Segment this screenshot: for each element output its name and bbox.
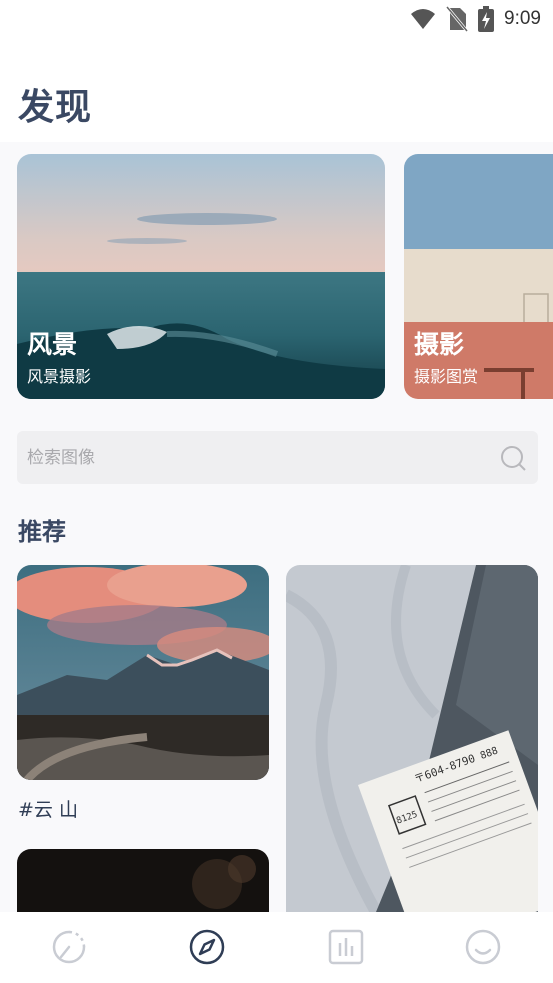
- page-title: 发现: [18, 87, 93, 128]
- chart-icon[interactable]: [325, 926, 367, 968]
- category-title: 风景: [27, 330, 78, 359]
- wifi-icon: [411, 9, 436, 29]
- category-card-photography[interactable]: 摄影 摄影图赏: [404, 154, 553, 399]
- bottom-tab-bar: [0, 912, 553, 983]
- battery-charging-icon: [478, 6, 495, 32]
- status-bar: 9:09: [0, 0, 553, 40]
- photo-card-receipt[interactable]: 8125 〒604-8790 888: [286, 565, 538, 912]
- smile-icon[interactable]: [462, 926, 504, 968]
- photo-card-cloud-mountain[interactable]: [17, 565, 269, 780]
- category-subtitle: 风景摄影: [27, 367, 92, 386]
- category-title: 摄影: [414, 330, 465, 359]
- receipt-image: 8125 〒604-8790 888: [286, 565, 538, 912]
- mountain-image: [17, 565, 269, 780]
- section-title-recommend: 推荐: [18, 518, 66, 546]
- clock-icon[interactable]: [48, 926, 90, 968]
- status-time: 9:09: [504, 8, 541, 29]
- search-bar: [17, 431, 538, 484]
- dark-image: [17, 849, 269, 919]
- category-card-landscape[interactable]: 风景 风景摄影: [17, 154, 385, 399]
- category-subtitle: 摄影图赏: [414, 367, 479, 386]
- photo-tag: #云 山: [18, 799, 78, 821]
- compass-icon[interactable]: [186, 926, 228, 968]
- search-input[interactable]: [27, 431, 487, 484]
- no-sim-icon: [446, 6, 469, 32]
- search-icon[interactable]: [500, 445, 526, 471]
- photo-card-dark[interactable]: [17, 849, 269, 919]
